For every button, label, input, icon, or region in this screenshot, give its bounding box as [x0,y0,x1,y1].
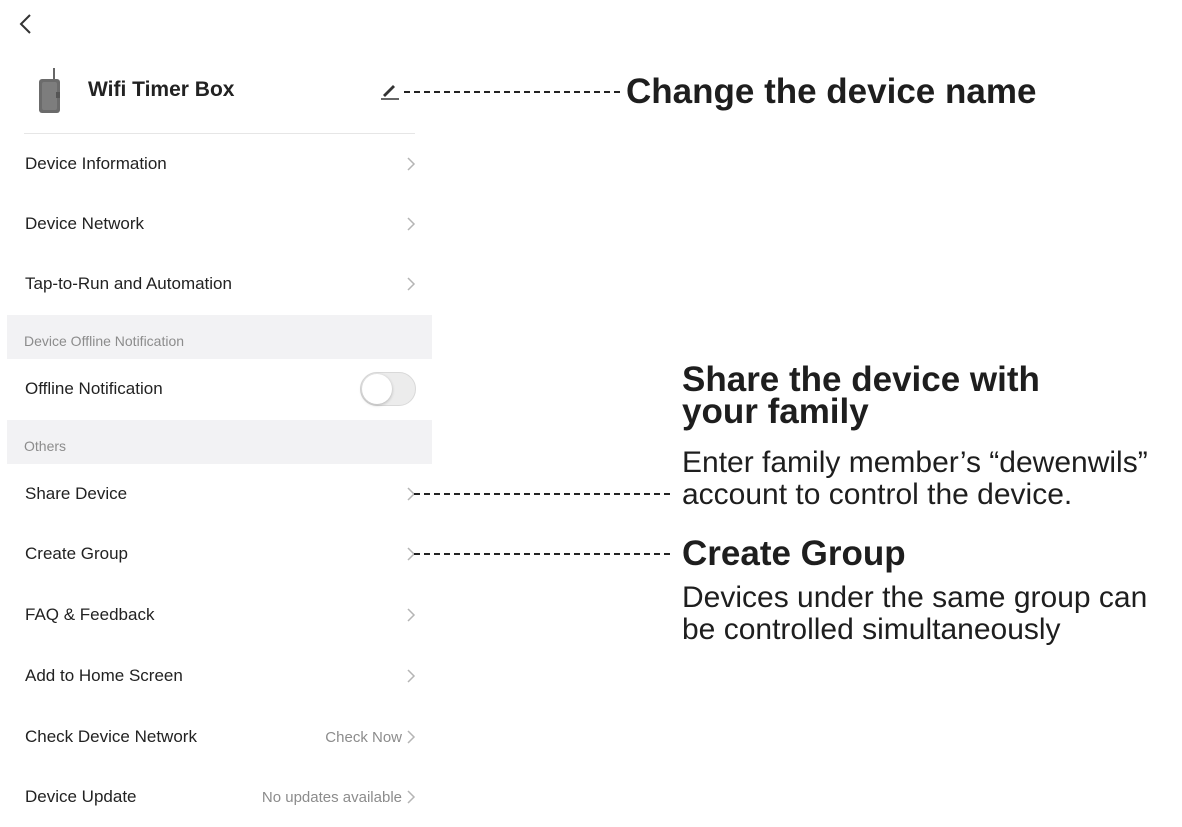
row-label: Create Group [25,544,128,563]
row-faq-feedback[interactable]: FAQ & Feedback [0,585,432,645]
section-header-offline: Device Offline Notification [7,315,432,359]
row-label: Share Device [25,484,128,503]
annotation-group-title: Create Group [682,534,906,573]
toggle-knob [362,374,392,404]
chevron-right-icon [407,608,416,622]
row-create-group[interactable]: Create Group [0,524,432,584]
row-label: Add to Home Screen [25,666,183,685]
row-offline-notification: Offline Notification [0,359,432,419]
row-label: Device Information [25,154,167,173]
annotation-group-desc-1: Devices under the same group can [682,581,1148,614]
leader-line-share [414,493,670,495]
annotation-change-name: Change the device name [626,72,1037,111]
row-label: Device Update [25,787,137,806]
row-check-device-network[interactable]: Check Device Network Check Now [0,707,432,767]
edit-pencil-icon[interactable] [380,82,400,100]
row-label: Offline Notification [25,379,163,398]
row-tap-to-run[interactable]: Tap-to-Run and Automation [0,254,432,314]
chevron-right-icon [407,277,416,291]
back-icon[interactable] [10,8,40,40]
leader-line-group [414,553,670,555]
timer-box-icon [35,68,65,116]
device-name: Wifi Timer Box [88,78,235,101]
row-value: Check Now [325,728,402,746]
row-label: Device Network [25,214,145,233]
annotation-share-desc-2: account to control the device. [682,478,1073,511]
chevron-right-icon [407,730,416,744]
annotation-share-desc-1: Enter family member’s “dewenwils” [682,446,1148,479]
annotation-group-desc-2: be controlled simultaneously [682,613,1061,646]
row-label: Check Device Network [25,727,197,746]
row-value: No updates available [261,788,402,806]
leader-line-change-name [404,91,620,93]
row-label: Tap-to-Run and Automation [25,274,232,293]
row-label: FAQ & Feedback [25,605,155,624]
offline-notification-toggle[interactable] [360,372,416,406]
chevron-right-icon [407,669,416,683]
row-share-device[interactable]: Share Device [0,464,432,524]
section-header-others: Others [7,420,432,464]
chevron-right-icon [407,217,416,231]
row-device-network[interactable]: Device Network [0,194,432,254]
chevron-right-icon [407,790,416,804]
row-device-information[interactable]: Device Information [0,134,432,194]
chevron-right-icon [407,157,416,171]
row-device-update[interactable]: Device Update No updates available [0,767,432,827]
annotation-share-title-2: your family [682,392,869,431]
row-add-to-home-screen[interactable]: Add to Home Screen [0,646,432,706]
